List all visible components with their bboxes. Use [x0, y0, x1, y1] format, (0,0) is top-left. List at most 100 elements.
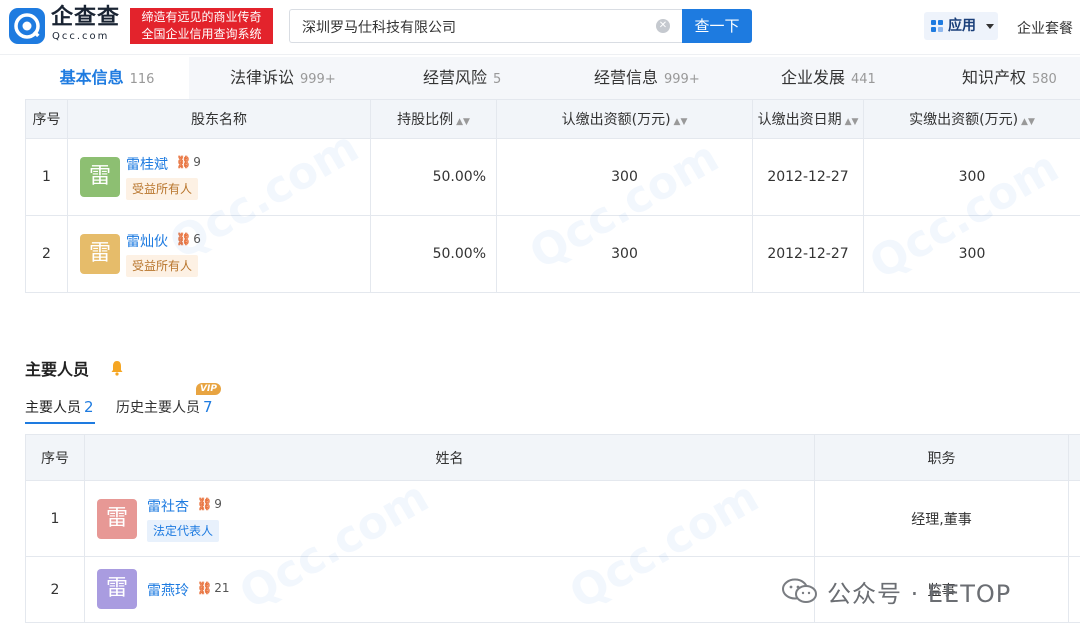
table-row: 2 雷 雷灿伙 ⛓6 受益所有人 50.00% 300 2012-12-27 3…: [26, 216, 1080, 293]
row-index: 2: [26, 216, 68, 293]
tab-count: 116: [130, 72, 155, 87]
avatar[interactable]: 雷: [97, 499, 137, 539]
col-header-shareholder-name: 股东名称: [68, 100, 371, 139]
apps-grid-icon: [931, 20, 943, 32]
col-header-paid[interactable]: 实缴出资额(万元)▲▼: [864, 100, 1080, 139]
enterprise-package-link[interactable]: 企业套餐: [1017, 18, 1073, 38]
person-cell: 雷 雷社杏 ⛓9 法定代表人: [85, 481, 815, 557]
shareholders-table: 序号 股东名称 持股比例▲▼ 认缴出资额(万元)▲▼ 认缴出资日期▲▼ 实缴出资…: [25, 99, 1080, 293]
tab-development[interactable]: 企业发展 441: [781, 57, 876, 99]
search-input-value: 深圳罗马仕科技有限公司: [302, 17, 456, 37]
col-header-label: 实缴出资额(万元): [909, 112, 1018, 128]
col-header-index: 序号: [26, 100, 68, 139]
sort-icon[interactable]: ▲▼: [456, 117, 470, 127]
beneficial-owner-tag: 受益所有人: [126, 255, 198, 277]
beneficial-owner-tag: 受益所有人: [126, 178, 198, 200]
company-tabs: 基本信息116 法律诉讼999+ 经营风险5 经营信息999+ 企业发展441 …: [25, 57, 1080, 99]
tab-count: 999+: [664, 72, 700, 87]
relation-count-badge[interactable]: ⛓21: [197, 581, 230, 595]
col-header-name: 姓名: [85, 435, 815, 481]
sort-icon[interactable]: ▲▼: [845, 117, 859, 127]
search-button[interactable]: 查一下: [682, 9, 752, 43]
table-row: 1 雷 雷桂斌 ⛓9 受益所有人 50.00% 300 2012-12-27 3…: [26, 139, 1080, 216]
tab-legal-lawsuits[interactable]: 法律诉讼999+: [230, 57, 336, 99]
subscribed-amount: 300: [497, 139, 753, 216]
relation-link-icon: ⛓: [176, 232, 191, 246]
table-row: 1 雷 雷社杏 ⛓9 法定代表人 经理,董事: [26, 481, 1080, 557]
apps-label: 应用: [948, 12, 976, 40]
relation-count-badge[interactable]: ⛓9: [197, 497, 222, 511]
tab-label: 基本信息: [60, 68, 124, 87]
slogan-line-1: 缔造有远见的商业传奇: [130, 9, 273, 26]
shareholder-cell: 雷 雷桂斌 ⛓9 受益所有人: [68, 139, 371, 216]
bell-icon[interactable]: [110, 360, 124, 376]
col-header-index: 序号: [26, 435, 85, 481]
sort-icon[interactable]: ▲▼: [674, 117, 688, 127]
person-name-link[interactable]: 雷燕玲: [147, 580, 189, 600]
tab-business-info[interactable]: 经营信息 999+: [594, 57, 700, 99]
tab-count: 5: [493, 72, 501, 87]
spacer-cell: [1069, 481, 1080, 557]
apps-dropdown-button[interactable]: 应用: [924, 12, 998, 40]
relation-link-icon: ⛓: [197, 581, 212, 595]
col-header-subscribed-date[interactable]: 认缴出资日期▲▼: [753, 100, 864, 139]
search-input[interactable]: 深圳罗马仕科技有限公司 ✕: [289, 9, 682, 43]
subscribed-date: 2012-12-27: [753, 216, 864, 293]
legal-representative-tag: 法定代表人: [147, 520, 219, 542]
active-subtab-underline: [25, 422, 95, 424]
table-header-row: 序号 姓名 职务: [26, 435, 1080, 481]
holding-ratio: 50.00%: [371, 216, 497, 293]
wechat-account-label: 公众号 · EETOP: [827, 574, 1011, 609]
subtab-history-personnel[interactable]: 历史主要人员7: [116, 397, 213, 417]
table-header-row: 序号 股东名称 持股比例▲▼ 认缴出资额(万元)▲▼ 认缴出资日期▲▼ 实缴出资…: [26, 100, 1080, 139]
tab-basic-info[interactable]: 基本信息 116: [25, 57, 189, 99]
avatar[interactable]: 雷: [80, 234, 120, 274]
relation-count: 9: [214, 497, 222, 511]
tab-label: 经营信息: [594, 68, 658, 87]
relation-link-icon: ⛓: [197, 497, 212, 511]
relation-count: 21: [214, 581, 229, 595]
slogan-line-2: 全国企业信用查询系统: [130, 26, 273, 43]
person-cell: 雷 雷燕玲 ⛓21: [85, 557, 815, 623]
person-name-link[interactable]: 雷社杏: [147, 496, 189, 516]
tab-count: 999+: [300, 72, 336, 87]
row-index: 1: [26, 139, 68, 216]
relation-count-badge[interactable]: ⛓9: [176, 155, 201, 169]
section-title-key-personnel: 主要人员: [25, 356, 89, 380]
person-role: 经理,董事: [815, 481, 1069, 557]
tab-count: 580: [1032, 72, 1057, 87]
tab-label: 知识产权: [962, 68, 1026, 87]
subtab-count: 2: [84, 398, 94, 416]
tab-label: 企业发展: [781, 68, 845, 87]
tab-business-risk[interactable]: 经营风险5: [423, 57, 501, 99]
relation-count: 9: [193, 155, 201, 169]
avatar[interactable]: 雷: [80, 157, 120, 197]
clear-search-icon[interactable]: ✕: [656, 19, 670, 33]
relation-link-icon: ⛓: [176, 155, 191, 169]
relation-count-badge[interactable]: ⛓6: [176, 232, 201, 246]
top-header: 企查查 Qcc.com 缔造有远见的商业传奇 全国企业信用查询系统 深圳罗马仕科…: [0, 0, 1080, 55]
spacer-cell: [1069, 557, 1080, 623]
shareholder-cell: 雷 雷灿伙 ⛓6 受益所有人: [68, 216, 371, 293]
sort-icon[interactable]: ▲▼: [1021, 117, 1035, 127]
col-header-ratio[interactable]: 持股比例▲▼: [371, 100, 497, 139]
chevron-down-icon: [986, 24, 994, 29]
logo-domain: Qcc.com: [52, 31, 109, 43]
row-index: 2: [26, 557, 85, 623]
paid-amount: 300: [864, 216, 1080, 293]
avatar[interactable]: 雷: [97, 569, 137, 609]
relation-count: 6: [193, 232, 201, 246]
vip-badge: VIP: [196, 383, 221, 395]
tab-count: 441: [851, 72, 876, 87]
subscribed-date: 2012-12-27: [753, 139, 864, 216]
subtab-count: 7: [203, 398, 213, 416]
shareholder-name-link[interactable]: 雷桂斌: [126, 154, 168, 174]
subtab-current-personnel[interactable]: 主要人员2: [25, 397, 94, 417]
col-header-subscribed[interactable]: 认缴出资额(万元)▲▼: [497, 100, 753, 139]
col-header-role: 职务: [815, 435, 1069, 481]
shareholder-name-link[interactable]: 雷灿伙: [126, 231, 168, 251]
logo-name[interactable]: 企查查: [51, 5, 120, 31]
subscribed-amount: 300: [497, 216, 753, 293]
qcc-logo-icon[interactable]: [9, 8, 45, 44]
tab-intellectual-property[interactable]: 知识产权 580: [962, 57, 1057, 99]
